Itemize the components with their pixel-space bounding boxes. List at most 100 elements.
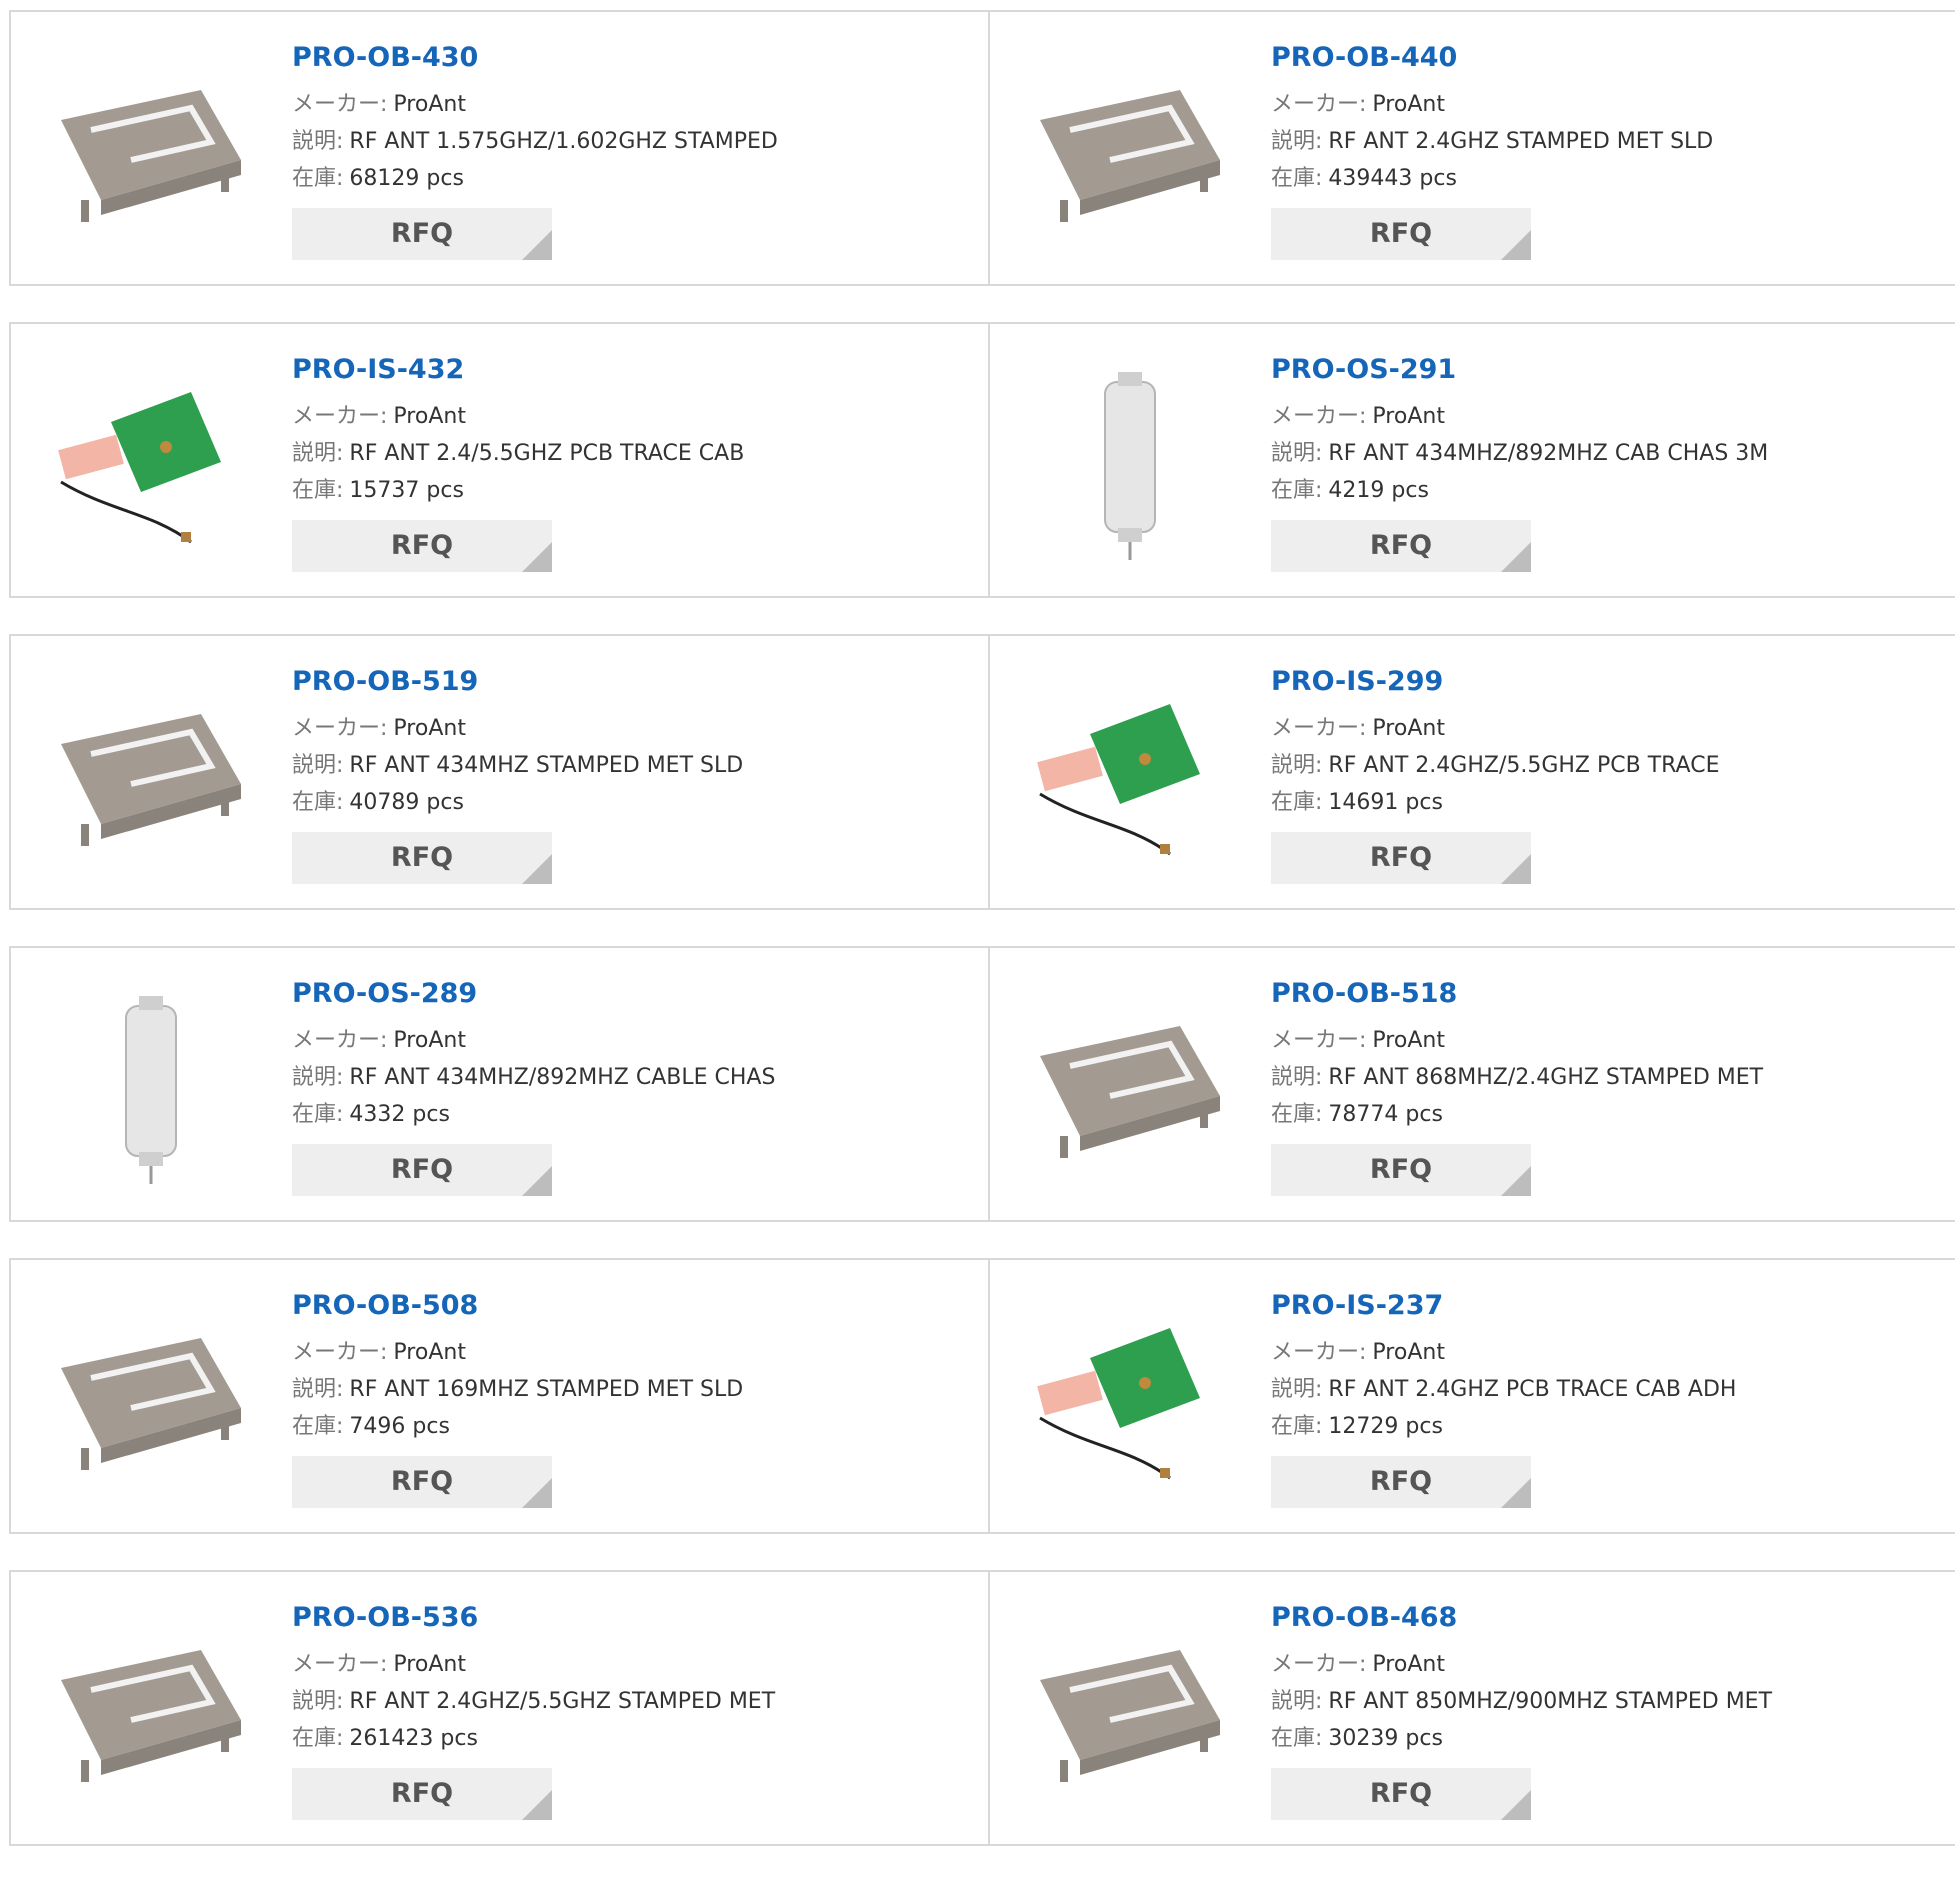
part-number-link[interactable]: PRO-OB-508 [292, 1288, 968, 1324]
product-row: PRO-OB-430 メーカー: ProAnt 説明: RF ANT 1.575GHZ/… [9, 10, 1955, 286]
part-number-link[interactable]: PRO-OB-518 [1271, 976, 1935, 1012]
pcb-antenna-icon [1030, 674, 1230, 874]
corner-triangle-icon [1501, 1790, 1531, 1820]
rfq-button[interactable]: RFQ [292, 1144, 552, 1196]
description-value: RF ANT 2.4GHZ STAMPED MET SLD [1328, 129, 1714, 154]
product-image[interactable] [51, 1610, 251, 1810]
chassis-antenna-icon [51, 986, 251, 1186]
rfq-button[interactable]: RFQ [292, 208, 552, 260]
stock-label: 在庫: [1271, 1414, 1323, 1439]
stock-label: 在庫: [1271, 1726, 1323, 1751]
description-line: 説明: RF ANT 2.4GHZ STAMPED MET SLD [1271, 123, 1935, 160]
description-label: 説明: [1271, 1377, 1323, 1402]
stock-label: 在庫: [292, 1102, 344, 1127]
rfq-label: RFQ [1369, 1466, 1433, 1497]
part-number-link[interactable]: PRO-IS-237 [1271, 1288, 1935, 1324]
product-image[interactable] [51, 674, 251, 874]
product-image[interactable] [1030, 50, 1230, 250]
description-label: 説明: [1271, 753, 1323, 778]
product-row: PRO-OB-508 メーカー: ProAnt 説明: RF ANT 169MHZ ST… [9, 1258, 1955, 1534]
corner-triangle-icon [1501, 1166, 1531, 1196]
product-image[interactable] [51, 362, 251, 562]
stock-value: 15737 pcs [349, 478, 464, 503]
stock-label: 在庫: [1271, 790, 1323, 815]
maker-line: メーカー: ProAnt [292, 398, 968, 435]
rfq-button[interactable]: RFQ [1271, 520, 1531, 572]
maker-label: メーカー: [292, 1652, 388, 1677]
corner-triangle-icon [1501, 854, 1531, 884]
description-label: 説明: [292, 441, 344, 466]
rfq-button[interactable]: RFQ [292, 1768, 552, 1820]
rfq-button[interactable]: RFQ [1271, 208, 1531, 260]
stamped-metal-antenna-icon [1030, 986, 1230, 1186]
rfq-button[interactable]: RFQ [292, 520, 552, 572]
stock-label: 在庫: [1271, 166, 1323, 191]
product-image[interactable] [51, 986, 251, 1186]
product-list: PRO-OB-430 メーカー: ProAnt 説明: RF ANT 1.575GHZ/… [9, 10, 1955, 1882]
product-card: PRO-OB-518 メーカー: ProAnt 説明: RF ANT 868MHZ/2.… [988, 948, 1955, 1220]
part-number-link[interactable]: PRO-IS-432 [292, 352, 968, 388]
product-image[interactable] [1030, 986, 1230, 1186]
description-line: 説明: RF ANT 2.4GHZ/5.5GHZ PCB TRACE [1271, 747, 1935, 784]
stock-value: 261423 pcs [349, 1726, 478, 1751]
product-info: PRO-IS-299 メーカー: ProAnt 説明: RF ANT 2.4GHZ/5.… [1271, 664, 1935, 884]
part-number-link[interactable]: PRO-OS-289 [292, 976, 968, 1012]
part-number-link[interactable]: PRO-OB-468 [1271, 1600, 1935, 1636]
pcb-antenna-icon [1030, 1298, 1230, 1498]
product-image[interactable] [51, 50, 251, 250]
product-card: PRO-OS-291 メーカー: ProAnt 説明: RF ANT 434MHZ/89… [988, 324, 1955, 596]
maker-value: ProAnt [1372, 1652, 1445, 1677]
maker-label: メーカー: [292, 1028, 388, 1053]
description-value: RF ANT 434MHZ STAMPED MET SLD [349, 753, 744, 778]
corner-triangle-icon [1501, 230, 1531, 260]
rfq-label: RFQ [1369, 1778, 1433, 1809]
corner-triangle-icon [522, 1790, 552, 1820]
part-number-link[interactable]: PRO-IS-299 [1271, 664, 1935, 700]
maker-line: メーカー: ProAnt [292, 710, 968, 747]
product-row: PRO-IS-432 メーカー: ProAnt 説明: RF ANT 2.4/5.5GH… [9, 322, 1955, 598]
rfq-button[interactable]: RFQ [1271, 832, 1531, 884]
stock-value: 7496 pcs [349, 1414, 450, 1439]
description-value: RF ANT 434MHZ/892MHZ CABLE CHAS [349, 1065, 776, 1090]
stock-label: 在庫: [1271, 1102, 1323, 1127]
maker-line: メーカー: ProAnt [1271, 1646, 1935, 1683]
part-number-link[interactable]: PRO-OB-536 [292, 1600, 968, 1636]
product-card: PRO-IS-299 メーカー: ProAnt 説明: RF ANT 2.4GHZ/5.… [988, 636, 1955, 908]
chassis-antenna-icon [1030, 362, 1230, 562]
description-line: 説明: RF ANT 169MHZ STAMPED MET SLD [292, 1371, 968, 1408]
product-image[interactable] [1030, 362, 1230, 562]
rfq-button[interactable]: RFQ [292, 1456, 552, 1508]
product-info: PRO-OB-430 メーカー: ProAnt 説明: RF ANT 1.575GHZ/… [292, 40, 968, 260]
product-image[interactable] [1030, 674, 1230, 874]
maker-line: メーカー: ProAnt [1271, 1022, 1935, 1059]
rfq-label: RFQ [1369, 218, 1433, 249]
rfq-button[interactable]: RFQ [1271, 1144, 1531, 1196]
description-label: 説明: [292, 1377, 344, 1402]
description-line: 説明: RF ANT 434MHZ/892MHZ CABLE CHAS [292, 1059, 968, 1096]
maker-label: メーカー: [1271, 92, 1367, 117]
stock-line: 在庫: 30239 pcs [1271, 1720, 1935, 1757]
maker-label: メーカー: [292, 92, 388, 117]
product-image[interactable] [1030, 1610, 1230, 1810]
description-line: 説明: RF ANT 1.575GHZ/1.602GHZ STAMPED [292, 123, 968, 160]
product-image[interactable] [1030, 1298, 1230, 1498]
corner-triangle-icon [522, 1478, 552, 1508]
part-number-link[interactable]: PRO-OB-430 [292, 40, 968, 76]
corner-triangle-icon [522, 230, 552, 260]
part-number-link[interactable]: PRO-OB-519 [292, 664, 968, 700]
corner-triangle-icon [522, 542, 552, 572]
stock-line: 在庫: 14691 pcs [1271, 784, 1935, 821]
part-number-link[interactable]: PRO-OB-440 [1271, 40, 1935, 76]
rfq-button[interactable]: RFQ [1271, 1768, 1531, 1820]
product-info: PRO-OB-508 メーカー: ProAnt 説明: RF ANT 169MHZ ST… [292, 1288, 968, 1508]
stock-line: 在庫: 78774 pcs [1271, 1096, 1935, 1133]
product-image[interactable] [51, 1298, 251, 1498]
maker-label: メーカー: [1271, 1340, 1367, 1365]
part-number-link[interactable]: PRO-OS-291 [1271, 352, 1935, 388]
rfq-button[interactable]: RFQ [1271, 1456, 1531, 1508]
rfq-button[interactable]: RFQ [292, 832, 552, 884]
stock-value: 12729 pcs [1328, 1414, 1443, 1439]
corner-triangle-icon [1501, 1478, 1531, 1508]
product-row: PRO-OB-536 メーカー: ProAnt 説明: RF ANT 2.4GHZ/5.… [9, 1570, 1955, 1846]
rfq-label: RFQ [390, 218, 454, 249]
